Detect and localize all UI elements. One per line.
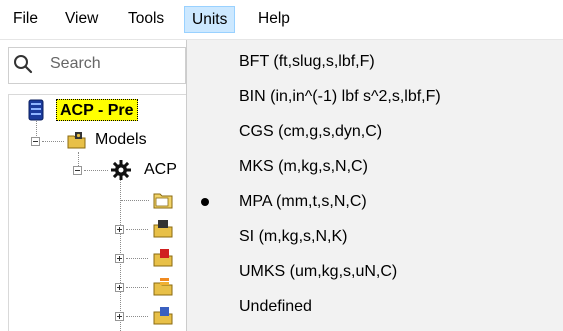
collapse-toggle[interactable] bbox=[73, 166, 82, 175]
tree-connector bbox=[121, 200, 149, 201]
tree-connector bbox=[126, 258, 148, 259]
units-option-label: MKS (m,kg,s,N,C) bbox=[239, 158, 368, 175]
search-icon bbox=[14, 55, 33, 74]
units-option-undefined[interactable]: Undefined bbox=[187, 290, 563, 324]
database-icon bbox=[28, 99, 44, 121]
selected-radio-dot-icon bbox=[201, 198, 209, 206]
expand-toggle[interactable] bbox=[115, 225, 124, 234]
menu-units[interactable]: Units bbox=[184, 6, 236, 33]
menu-help[interactable]: Help bbox=[251, 7, 297, 31]
models-folder-icon bbox=[67, 132, 86, 149]
stackups-folder-icon bbox=[153, 278, 173, 296]
expand-toggle[interactable] bbox=[115, 283, 124, 292]
units-option-bft[interactable]: BFT (ft,slug,s,lbf,F) bbox=[187, 45, 563, 79]
sublaminates-folder-icon bbox=[153, 307, 173, 325]
gear-icon bbox=[111, 160, 131, 180]
units-option-label: BIN (in,in^(-1) lbf s^2,s,lbf,F) bbox=[239, 88, 441, 105]
menu-view[interactable]: View bbox=[58, 7, 105, 31]
units-option-label: UMKS (um,kg,s,uN,C) bbox=[239, 263, 398, 280]
tree-connector bbox=[126, 316, 148, 317]
units-option-label: SI (m,kg,s,N,K) bbox=[239, 228, 348, 245]
tree-connector bbox=[42, 141, 64, 142]
units-option-label: BFT (ft,slug,s,lbf,F) bbox=[239, 53, 375, 70]
menu-bar: File View Tools Units Help bbox=[0, 0, 563, 40]
tree-item-acp[interactable]: ACP bbox=[144, 159, 177, 181]
units-option-label: CGS (cm,g,s,dyn,C) bbox=[239, 123, 383, 140]
expand-toggle[interactable] bbox=[115, 254, 124, 263]
search-placeholder: Search bbox=[50, 55, 101, 72]
materials-folder-icon bbox=[153, 220, 173, 238]
tree-root-acp-pre[interactable]: ACP - Pre bbox=[56, 99, 138, 121]
units-option-cgs[interactable]: CGS (cm,g,s,dyn,C) bbox=[187, 115, 563, 149]
units-option-mks[interactable]: MKS (m,kg,s,N,C) bbox=[187, 150, 563, 184]
units-option-label: MPA (mm,t,s,N,C) bbox=[239, 193, 367, 210]
tree-item-models[interactable]: Models bbox=[95, 129, 147, 151]
folder-icon bbox=[153, 193, 173, 209]
tree-connector bbox=[126, 287, 148, 288]
tree-connector bbox=[84, 170, 108, 171]
units-option-label: Undefined bbox=[239, 298, 312, 315]
units-option-umks[interactable]: UMKS (um,kg,s,uN,C) bbox=[187, 255, 563, 289]
expand-toggle[interactable] bbox=[115, 312, 124, 321]
fabrics-folder-icon bbox=[153, 249, 173, 267]
menu-tools[interactable]: Tools bbox=[121, 7, 171, 31]
menu-file[interactable]: File bbox=[6, 7, 45, 31]
units-option-bin[interactable]: BIN (in,in^(-1) lbf s^2,s,lbf,F) bbox=[187, 80, 563, 114]
units-option-si[interactable]: SI (m,kg,s,N,K) bbox=[187, 220, 563, 254]
tree-connector bbox=[126, 229, 148, 230]
units-option-mpa[interactable]: MPA (mm,t,s,N,C) bbox=[187, 185, 563, 219]
collapse-toggle[interactable] bbox=[31, 137, 40, 146]
